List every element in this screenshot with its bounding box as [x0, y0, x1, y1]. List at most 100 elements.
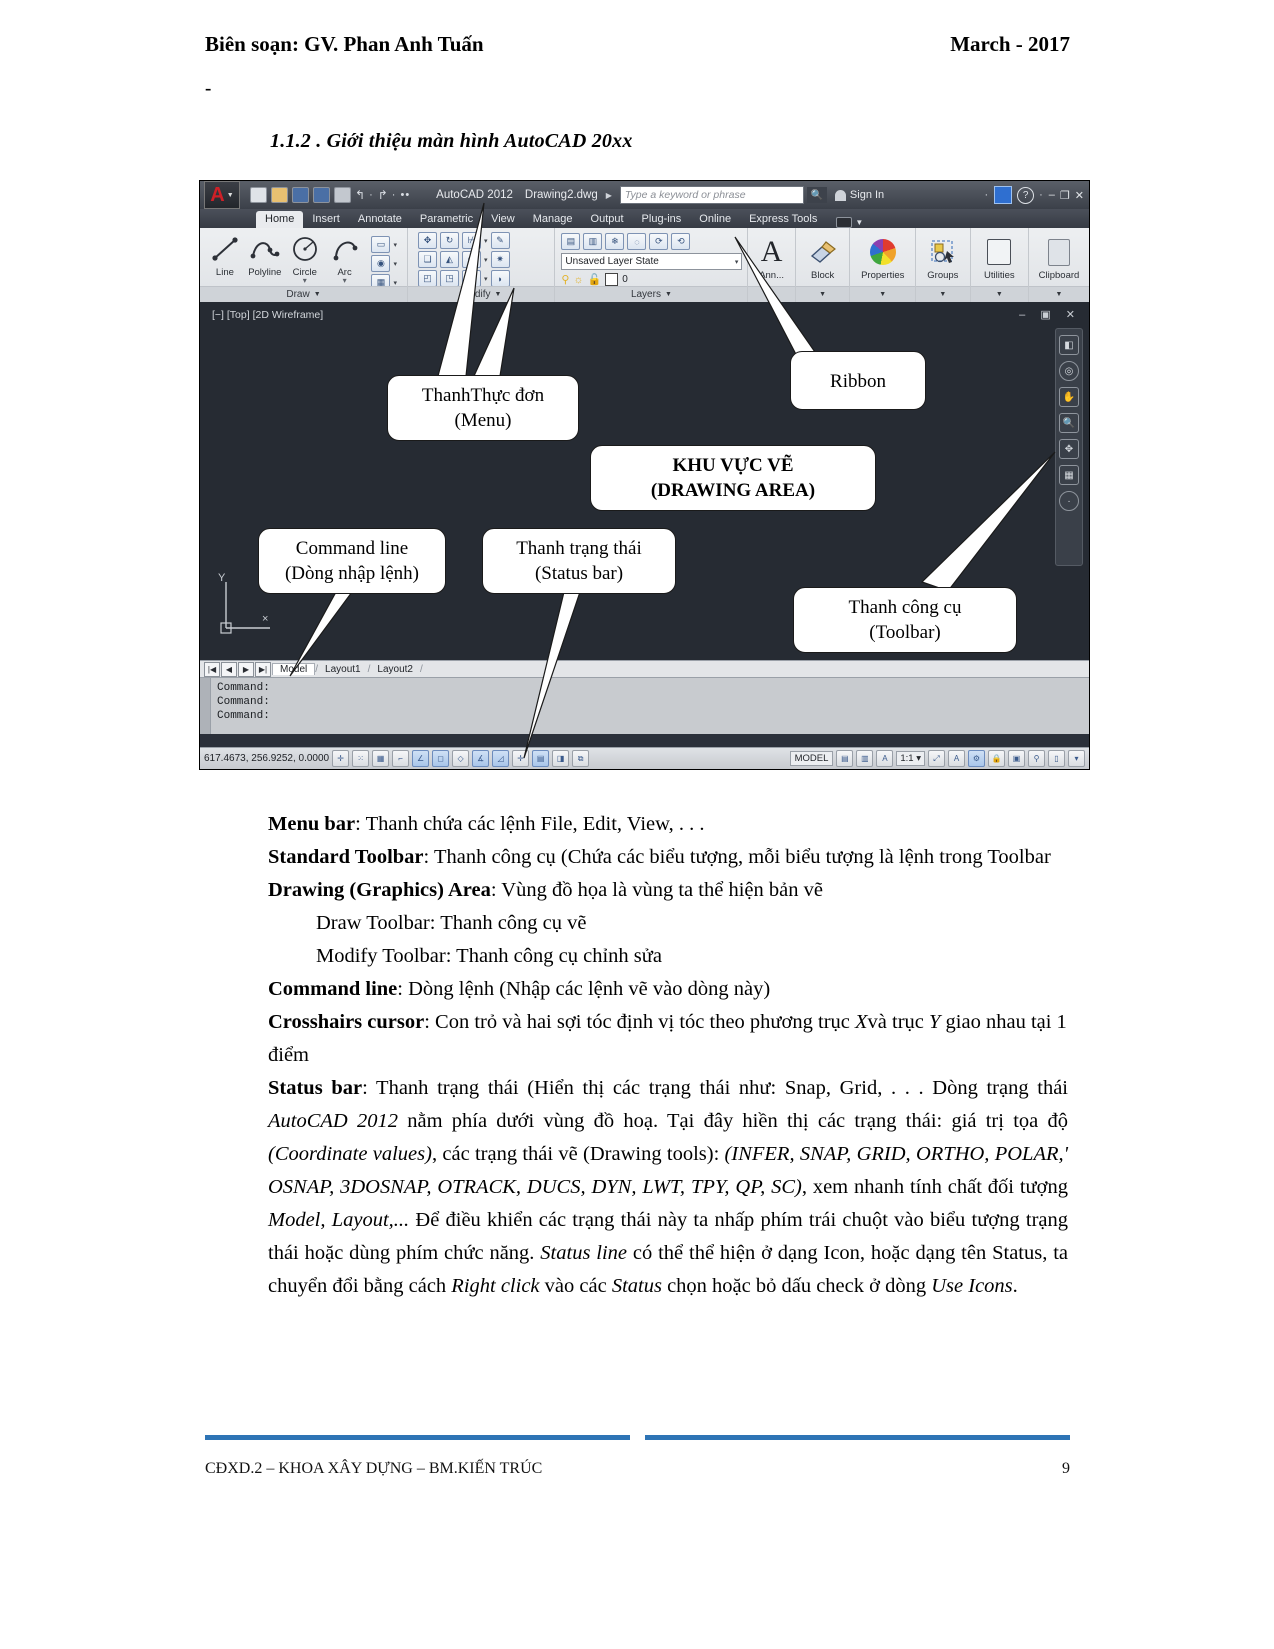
ducs-icon[interactable]: ◿ — [492, 750, 510, 767]
sign-in-button[interactable]: Sign In — [834, 189, 884, 201]
chevron-down-icon[interactable]: ▼ — [314, 291, 321, 298]
tab-annotate[interactable]: Annotate — [349, 211, 411, 228]
tool-block[interactable]: Block — [796, 228, 850, 281]
command-window[interactable]: Command: Command: Command: — [200, 677, 1089, 734]
minimize-button[interactable]: – — [1049, 189, 1055, 201]
stretch-icon[interactable]: ◰ — [418, 270, 437, 287]
tab-express-tools[interactable]: Express Tools — [740, 211, 826, 228]
sun-icon[interactable]: ☼ — [573, 274, 583, 286]
chevron-down-icon[interactable]: ▼ — [996, 291, 1003, 298]
erase-icon[interactable]: ✎ — [490, 232, 510, 249]
array-icon[interactable]: ⣿ — [462, 270, 481, 287]
chevron-down-icon[interactable]: ▾ — [393, 241, 397, 249]
chevron-down-icon[interactable]: ▾ — [484, 237, 488, 245]
layer-properties-icon[interactable]: ▤ — [561, 233, 581, 250]
layout-tab-layout2[interactable]: Layout2 — [370, 664, 420, 675]
search-input[interactable]: Type a keyword or phrase — [619, 186, 804, 204]
layer-match-icon[interactable]: ⟳ — [649, 233, 669, 250]
panel-label-block[interactable]: ▼ — [795, 286, 850, 302]
chevron-down-icon[interactable]: ▼ — [819, 291, 826, 298]
3d-object-snap-icon[interactable]: ◇ — [452, 750, 470, 767]
chevron-down-icon[interactable]: ▾ — [735, 258, 739, 266]
panel-label-modify[interactable]: Modify ▼ — [408, 286, 555, 302]
panel-label-properties[interactable]: ▼ — [850, 286, 916, 302]
first-layout-icon[interactable]: |◀ — [204, 661, 220, 677]
panel-label-draw[interactable]: Draw ▼ — [200, 286, 407, 302]
next-layout-icon[interactable]: ▶ — [238, 661, 254, 677]
chevron-down-icon[interactable]: ▼ — [939, 291, 946, 298]
rectangle-icon[interactable]: ▭ — [371, 236, 391, 253]
autodesk-logo-icon[interactable]: A ▼ — [204, 181, 240, 209]
layout-tab-layout1[interactable]: Layout1 — [318, 664, 368, 675]
model-space-button[interactable]: MODEL — [789, 751, 834, 766]
annotation-monitor-icon[interactable]: A — [948, 750, 965, 767]
chevron-down-icon[interactable]: ▼ — [227, 192, 234, 199]
communication-center-icon[interactable] — [994, 186, 1013, 204]
tool-annotation[interactable]: A Ann... — [748, 228, 794, 281]
current-layer-row[interactable]: ⚲ ☼ 🔓 0 — [561, 273, 742, 286]
tab-view[interactable]: View — [482, 211, 524, 228]
layer-previous-icon[interactable]: ⟲ — [671, 233, 691, 250]
mirror-icon[interactable]: ◭ — [440, 251, 459, 268]
offset-icon[interactable]: ◗ — [490, 270, 510, 287]
tab-plugins[interactable]: Plug-ins — [633, 211, 691, 228]
panel-label-annotation[interactable]: ▼ — [748, 286, 795, 302]
tool-line[interactable]: Line — [208, 232, 242, 278]
tab-parametric[interactable]: Parametric — [411, 211, 482, 228]
chevron-down-icon[interactable]: ▼ — [855, 218, 863, 227]
redo-dropdown-icon[interactable]: · — [392, 189, 397, 201]
infer-constraints-icon[interactable]: ✛ — [332, 750, 350, 767]
tool-clipboard[interactable]: Clipboard — [1029, 228, 1089, 281]
annotation-scale-change-icon[interactable]: ⤢ — [928, 750, 945, 767]
hardware-acceleration-icon[interactable]: ▣ — [1008, 750, 1025, 767]
showmotion-icon[interactable]: ▦ — [1059, 465, 1079, 485]
chevron-down-icon[interactable]: ▾ — [484, 275, 488, 283]
layer-color-swatch[interactable] — [605, 273, 619, 286]
snap-mode-icon[interactable]: ⁙ — [352, 750, 370, 767]
undo-icon[interactable]: ↰ — [355, 188, 365, 202]
tab-online[interactable]: Online — [690, 211, 740, 228]
tab-home[interactable]: Home — [256, 211, 304, 228]
layer-freeze-icon[interactable]: ❄ — [605, 233, 625, 250]
status-menu-icon[interactable]: ▾ — [1068, 750, 1085, 767]
ortho-mode-icon[interactable]: ⌐ — [392, 750, 410, 767]
dynamic-input-icon[interactable]: ✛ — [512, 750, 530, 767]
tab-manage[interactable]: Manage — [524, 211, 582, 228]
last-layout-icon[interactable]: ▶| — [255, 661, 271, 677]
prev-layout-icon[interactable]: ◀ — [221, 661, 237, 677]
undo-dropdown-icon[interactable]: · — [369, 189, 374, 201]
explode-icon[interactable]: ✷ — [490, 251, 510, 268]
titlebar-more-icon[interactable]: · — [984, 189, 989, 201]
redo-icon[interactable]: ↱ — [378, 188, 388, 202]
chevron-down-icon[interactable]: ▼ — [494, 291, 501, 298]
chevron-down-icon[interactable]: ▼ — [1056, 291, 1063, 298]
panel-label-clipboard[interactable]: ▼ — [1028, 286, 1089, 302]
scale-icon[interactable]: ◳ — [440, 270, 459, 287]
lineweight-icon[interactable]: ▤ — [532, 750, 550, 767]
layer-isolate-icon[interactable]: ▥ — [583, 233, 603, 250]
layer-state-dropdown[interactable]: Unsaved Layer State ▾ — [561, 253, 743, 270]
copy-icon[interactable]: ❏ — [418, 251, 437, 268]
clean-screen-icon[interactable]: ▯ — [1048, 750, 1065, 767]
chevron-down-icon[interactable]: ▼ — [879, 291, 886, 298]
zoom-magnifier-icon[interactable]: 🔍 — [1059, 413, 1079, 433]
quick-view-drawings-icon[interactable]: ▥ — [856, 750, 874, 767]
ribbon-minimize-icon[interactable] — [836, 217, 853, 228]
grid-display-icon[interactable]: ▦ — [372, 750, 390, 767]
chevron-down-icon[interactable]: ▼ — [768, 291, 775, 298]
close-button[interactable]: ✕ — [1075, 189, 1084, 202]
transparency-icon[interactable]: ◨ — [552, 750, 570, 767]
tool-arc[interactable]: Arc ▾ — [328, 232, 362, 285]
maximize-button[interactable]: ❐ — [1060, 189, 1070, 202]
annotation-scale-button[interactable]: 1:1 ▾ — [896, 751, 925, 766]
help-dropdown-icon[interactable]: · — [1039, 189, 1044, 201]
rotate-icon[interactable]: ↻ — [440, 232, 459, 249]
plot-icon[interactable] — [334, 187, 351, 203]
ribbon-display-options[interactable]: ▼ — [836, 217, 863, 228]
toolbar-lock-icon[interactable]: 🔒 — [988, 750, 1005, 767]
tool-properties[interactable]: Properties — [850, 228, 915, 281]
panel-label-utilities[interactable]: ▼ — [970, 286, 1028, 302]
workspace-switching-icon[interactable]: ⚙ — [968, 750, 985, 767]
chevron-down-icon[interactable]: ▾ — [484, 256, 488, 264]
lightbulb-icon[interactable]: ⚲ — [561, 273, 569, 286]
